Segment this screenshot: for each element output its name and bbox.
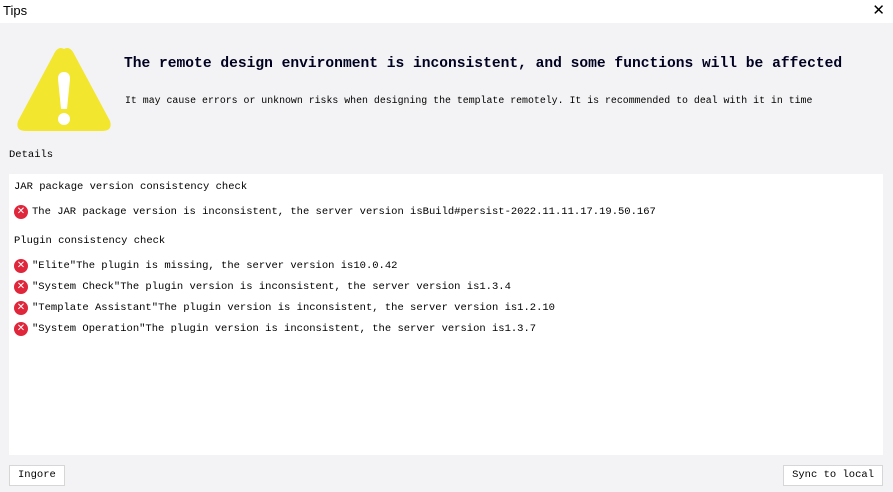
list-item: ✕ "Template Assistant"The plugin version … — [14, 297, 883, 318]
list-item: ✕ The JAR package version is inconsistent… — [14, 201, 883, 222]
close-icon[interactable]: ✕ — [872, 2, 885, 18]
plugin-section-title: Plugin consistency check — [14, 235, 166, 247]
details-panel: JAR package version consistency check ✕ T… — [9, 174, 883, 455]
item-text: "System Operation"The plugin version is … — [32, 322, 537, 335]
item-text: "Elite"The plugin is missing, the server… — [32, 259, 398, 272]
details-label: Details — [9, 149, 54, 161]
subtext: It may cause errors or unknown risks whe… — [125, 95, 813, 106]
item-text: "System Check"The plugin version is inco… — [32, 280, 511, 293]
item-text: The JAR package version is inconsistent,… — [32, 205, 656, 218]
error-icon: ✕ — [14, 204, 28, 219]
title-bar: Tips ✕ — [0, 0, 893, 23]
warning-icon — [17, 48, 111, 131]
item-text: "Template Assistant"The plugin version i… — [32, 301, 555, 314]
list-item: ✕ "Elite"The plugin is missing, the serve… — [14, 255, 883, 276]
list-item: ✕ "System Operation"The plugin version is… — [14, 318, 883, 339]
error-icon: ✕ — [14, 300, 28, 315]
ignore-button[interactable]: Ingore — [9, 465, 65, 486]
error-icon: ✕ — [14, 279, 28, 294]
jar-section-title: JAR package version consistency check — [14, 181, 248, 193]
sync-to-local-button[interactable]: Sync to local — [783, 465, 883, 486]
window-title: Tips — [3, 3, 28, 18]
headline: The remote design environment is inconsi… — [124, 56, 843, 72]
error-icon: ✕ — [14, 321, 28, 336]
list-item: ✕ "System Check"The plugin version is inc… — [14, 276, 883, 297]
error-icon: ✕ — [14, 258, 28, 273]
